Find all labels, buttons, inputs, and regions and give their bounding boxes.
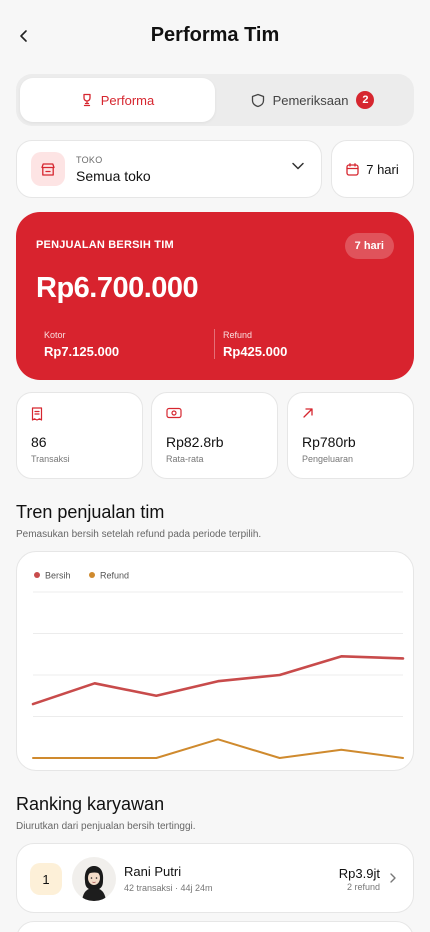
ranking-title: Ranking karyawan: [16, 794, 165, 814]
stat-card-rata-rata[interactable]: Rp82.8rb Rata-rata: [151, 392, 278, 479]
series-line-refund: [32, 738, 404, 759]
trophy-icon: [83, 93, 91, 107]
employee-refund: 2 refund: [346, 882, 380, 892]
ranking-subtitle: Diurutkan dari penjualan bersih tertingg…: [16, 821, 196, 832]
app-header: Performa Tim: [0, 0, 430, 72]
shield-icon: [251, 93, 264, 107]
legend-label-refund: Refund: [100, 571, 129, 581]
stat-value: Rp780rb: [302, 434, 356, 450]
period-pill: 7 hari: [344, 233, 394, 259]
store-value: Semua toko: [76, 168, 151, 184]
tab-performa-label: Performa: [100, 92, 155, 108]
stat-card-pengeluaran[interactable]: Rp780rb Pengeluaran: [287, 392, 414, 479]
avatar: [72, 857, 116, 901]
trend-subtitle: Pemasukan bersih setelah refund pada per…: [16, 529, 262, 540]
arrow-up-right-icon: [303, 408, 313, 418]
stat-caption: Transaksi: [31, 454, 70, 464]
store-caption: TOKO: [76, 155, 103, 165]
chevron-down-icon: [292, 162, 304, 170]
net-sales-label: PENJUALAN BERSIH TIM: [36, 239, 174, 251]
net-sales-card: PENJUALAN BERSIH TIM 7 hari Rp6.700.000 …: [16, 212, 414, 380]
tab-pemeriksaan-label: Pemeriksaan: [272, 92, 349, 108]
period-selector[interactable]: 7 hari: [331, 140, 414, 198]
receipt-icon: [31, 407, 43, 421]
period-value: 7 hari: [366, 161, 399, 177]
employee-rank-row[interactable]: [16, 921, 414, 932]
employee-amount: Rp3.9jt: [338, 866, 380, 881]
sales-trend-chart: Bersih Refund: [16, 551, 414, 771]
stat-value: 86: [31, 434, 47, 450]
store-selector[interactable]: TOKO Semua toko: [16, 140, 322, 198]
refund-value: Rp425.000: [223, 344, 288, 359]
segmented-tabs: Performa Pemeriksaan 2: [16, 74, 414, 126]
cash-icon: [166, 407, 182, 419]
tab-performa[interactable]: Performa: [20, 78, 215, 122]
page-title: Performa Tim: [150, 24, 280, 46]
chevron-right-icon: [390, 873, 396, 883]
store-icon: [31, 152, 65, 186]
divider: [214, 329, 215, 359]
legend-dot-refund: [89, 572, 95, 578]
stat-caption: Rata-rata: [166, 454, 204, 464]
stat-caption: Pengeluaran: [302, 454, 354, 464]
refund-caption: Refund: [223, 330, 253, 340]
net-sales-amount: Rp6.700.000: [36, 272, 199, 304]
employee-meta: 42 transaksi · 44j 24m: [124, 883, 213, 893]
trend-line-chart: Bersih Refund: [31, 571, 405, 759]
gross-caption: Kotor: [44, 330, 66, 340]
calendar-icon: [346, 162, 359, 176]
legend-label-bersih: Bersih: [45, 571, 71, 581]
notification-badge: 2: [356, 91, 375, 109]
employee-name: Rani Putri: [124, 864, 182, 879]
legend-dot-bersih: [34, 572, 40, 578]
trend-title: Tren penjualan tim: [16, 502, 165, 522]
rank-number: 1: [30, 863, 62, 895]
gross-value: Rp7.125.000: [44, 344, 120, 359]
series-line-bersih: [31, 655, 405, 706]
employee-rank-row[interactable]: 1 Rani Putri 42 transaksi · 44j 24m Rp3.…: [16, 843, 414, 913]
stat-card-transaksi[interactable]: 86 Transaksi: [16, 392, 143, 479]
tab-pemeriksaan[interactable]: Pemeriksaan 2: [215, 78, 410, 122]
stat-value: Rp82.8rb: [166, 434, 224, 450]
